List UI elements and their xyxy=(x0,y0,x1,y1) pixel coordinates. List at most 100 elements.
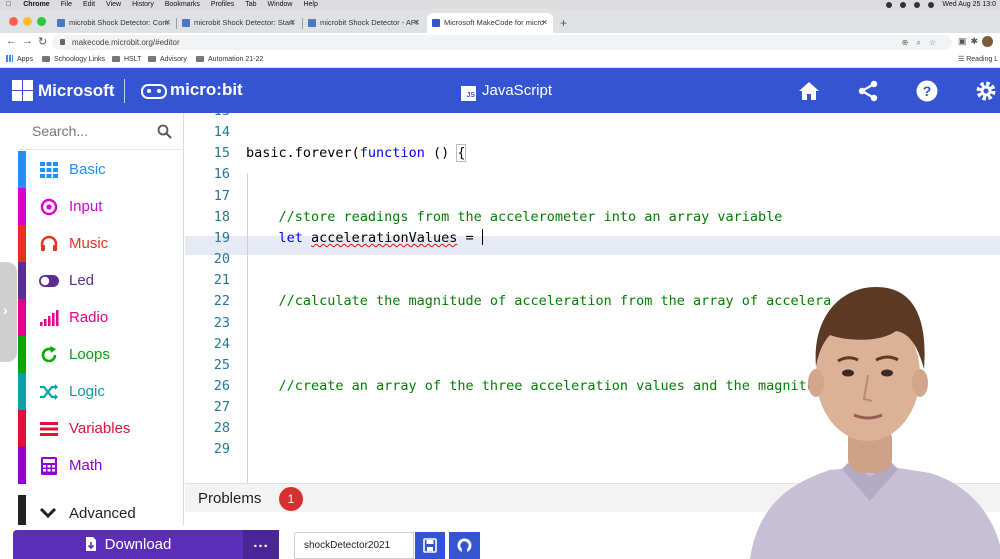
code-line[interactable]: basic.forever(function () { xyxy=(246,143,467,164)
page-favicon-icon xyxy=(308,19,316,27)
toolbox-search-input[interactable] xyxy=(32,123,152,139)
category-radio[interactable]: Radio xyxy=(18,299,184,336)
browser-tab[interactable]: microbit Shock Detector: Com ✕ xyxy=(52,13,176,33)
collapse-toolbox-handle[interactable]: › xyxy=(0,262,17,362)
save-button[interactable] xyxy=(415,532,445,559)
reading-list-label: Reading L xyxy=(966,56,999,63)
new-tab-icon[interactable]: + xyxy=(560,13,567,33)
grid-icon xyxy=(40,162,58,178)
browser-toolbar: ← → ↻ makecode.microbit.org/#editor ⊕⌕☆ … xyxy=(0,33,1000,52)
reading-list[interactable]: ☰ Reading L xyxy=(958,52,998,67)
code-token: let xyxy=(278,229,303,246)
extension-icon[interactable]: ⊕ xyxy=(902,38,917,47)
github-button[interactable] xyxy=(449,532,480,559)
microbit-logo-icon[interactable] xyxy=(141,84,167,99)
extensions-area: ▣✱ xyxy=(958,36,982,47)
home-icon[interactable] xyxy=(797,79,821,103)
url-text[interactable]: makecode.microbit.org/#editor xyxy=(72,35,180,50)
close-window-icon[interactable] xyxy=(9,17,18,26)
category-variables[interactable]: Variables xyxy=(18,410,184,447)
menu-window[interactable]: Window xyxy=(268,0,293,9)
share-icon[interactable] xyxy=(856,79,880,103)
status-icon[interactable] xyxy=(900,1,907,8)
lock-icon[interactable] xyxy=(60,39,65,45)
bookmark-hslt[interactable]: HSLT xyxy=(112,52,141,67)
line-number: 18 xyxy=(213,208,230,225)
microsoft-brand[interactable]: Microsoft xyxy=(38,81,115,101)
status-icon[interactable] xyxy=(886,1,893,8)
bookmark-schoology[interactable]: Schoology Links xyxy=(42,52,105,67)
close-tab-icon[interactable]: ✕ xyxy=(541,13,548,33)
javascript-editor-toggle[interactable]: JS JavaScript xyxy=(461,80,552,102)
microbit-brand[interactable]: micro:bit xyxy=(170,80,243,100)
category-led[interactable]: Led xyxy=(18,262,184,299)
menu-edit[interactable]: Edit xyxy=(83,0,95,9)
menu-help[interactable]: Help xyxy=(303,0,317,9)
download-more-button[interactable]: ... xyxy=(243,530,279,559)
microsoft-logo-icon[interactable] xyxy=(12,80,33,101)
download-button[interactable]: Download xyxy=(13,530,243,559)
code-token: //store readings from the accelerometer … xyxy=(246,208,783,225)
menu-clock[interactable]: Wed Aug 25 13:0 xyxy=(942,0,996,9)
wifi-icon[interactable] xyxy=(914,1,921,8)
bookmark-star-icon[interactable]: ☆ xyxy=(929,38,944,47)
bookmark-automation[interactable]: Automation 21-22 xyxy=(196,52,263,67)
browser-tab[interactable]: microbit Shock Detector: Start ✕ xyxy=(177,13,301,33)
close-tab-icon[interactable]: ✕ xyxy=(289,13,296,33)
line-number: 27 xyxy=(213,399,230,416)
menu-profiles[interactable]: Profiles xyxy=(211,0,234,9)
line-number: 16 xyxy=(213,166,230,183)
zoom-icon[interactable]: ⌕ xyxy=(916,38,928,47)
project-name-input[interactable] xyxy=(294,532,414,559)
folder-icon xyxy=(196,56,204,62)
browser-tab-active[interactable]: Microsoft MakeCode for micro ✕ xyxy=(427,13,553,33)
category-basic[interactable]: Basic xyxy=(18,151,184,188)
bookmark-apps[interactable]: Apps xyxy=(6,52,33,67)
category-input[interactable]: Input xyxy=(18,188,184,225)
menu-file[interactable]: File xyxy=(61,0,72,9)
problems-count-badge: 1 xyxy=(279,487,303,511)
apple-menu-icon[interactable]:  xyxy=(6,0,11,9)
menu-bookmarks[interactable]: Bookmarks xyxy=(165,0,200,9)
profile-avatar[interactable] xyxy=(982,36,993,47)
bookmark-label: Automation 21-22 xyxy=(208,56,264,63)
page-favicon-icon xyxy=(57,19,65,27)
reload-icon[interactable]: ↻ xyxy=(38,35,47,48)
browser-tab[interactable]: microbit Shock Detector - API ✕ xyxy=(303,13,425,33)
code-line[interactable]: //store readings from the accelerometer … xyxy=(246,207,783,228)
settings-gear-icon[interactable] xyxy=(974,79,998,103)
battery-icon[interactable] xyxy=(928,1,935,8)
address-bar[interactable]: makecode.microbit.org/#editor ⊕⌕☆ xyxy=(52,35,952,50)
category-label: Math xyxy=(69,457,103,474)
category-loops[interactable]: Loops xyxy=(18,336,184,373)
category-logic[interactable]: Logic xyxy=(18,373,184,410)
bookmark-advisory[interactable]: Advisory xyxy=(148,52,187,67)
back-arrow-icon[interactable]: ← xyxy=(6,35,17,47)
category-math[interactable]: Math xyxy=(18,447,184,484)
tab-title: microbit Shock Detector: Start xyxy=(194,18,294,27)
menu-view[interactable]: View xyxy=(106,0,121,9)
media-icon[interactable]: ▣ xyxy=(958,36,971,46)
minimize-window-icon[interactable] xyxy=(23,17,32,26)
category-label: Basic xyxy=(69,161,106,178)
menu-tab[interactable]: Tab xyxy=(245,0,256,9)
menu-history[interactable]: History xyxy=(132,0,154,9)
puzzle-icon[interactable]: ✱ xyxy=(971,36,983,46)
line-number: 14 xyxy=(213,124,230,141)
bookmarks-bar: Apps Schoology Links HSLT Advisory Autom… xyxy=(0,52,1000,68)
maximize-window-icon[interactable] xyxy=(37,17,46,26)
help-icon[interactable]: ? xyxy=(915,79,939,103)
close-tab-icon[interactable]: ✕ xyxy=(413,13,420,33)
line-number: 13 xyxy=(185,113,230,122)
forward-arrow-icon[interactable]: → xyxy=(22,35,33,47)
search-icon[interactable] xyxy=(157,124,172,139)
category-music[interactable]: Music xyxy=(18,225,184,262)
bookmark-label: Schoology Links xyxy=(54,56,105,63)
apps-grid-icon xyxy=(6,55,13,62)
menu-chrome[interactable]: Chrome xyxy=(23,0,49,9)
close-tab-icon[interactable]: ✕ xyxy=(164,13,171,33)
code-line[interactable]: let accelerationValues = xyxy=(246,228,483,249)
folder-icon xyxy=(112,56,120,62)
